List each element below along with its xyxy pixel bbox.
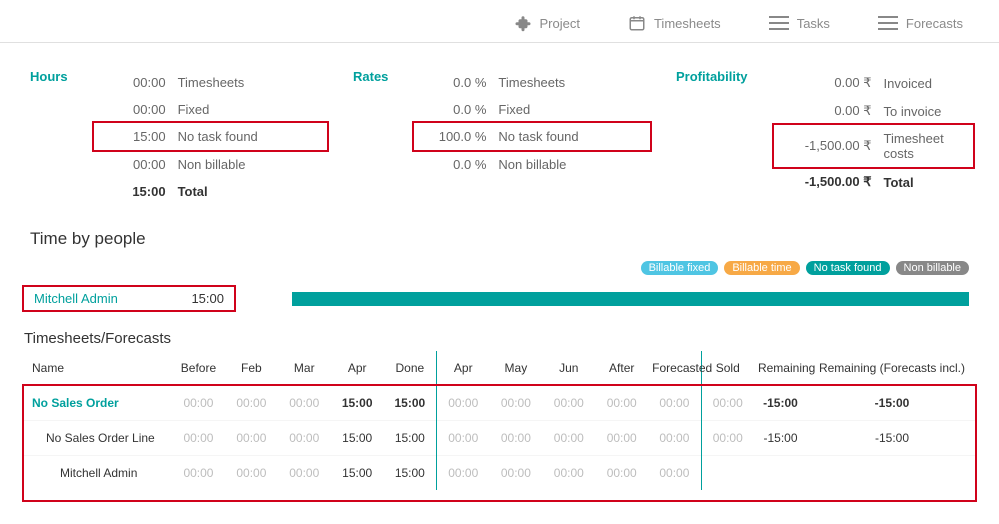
legend-billable-fixed: Billable fixed <box>641 261 719 275</box>
timesheets-table-wrap: Timesheets/Forecasts Name Before Feb Mar… <box>0 324 999 510</box>
hours-column: Hours 00:00 Timesheets 00:00 Fixed 15:00… <box>30 69 323 205</box>
prof-tscosts-val: -1,500.00 ₹ <box>782 138 872 154</box>
nav-tasks[interactable]: Tasks <box>769 16 830 31</box>
list-icon <box>769 16 789 30</box>
hours-notask-row: 15:00 No task found <box>98 123 323 150</box>
legend-billable-time: Billable time <box>724 261 799 275</box>
legend-no-task: No task found <box>806 261 890 275</box>
row-name: No Sales Order <box>22 386 172 421</box>
nav-forecasts[interactable]: Forecasts <box>878 16 963 31</box>
prof-total-lbl: Total <box>884 175 914 190</box>
summary-section: Hours 00:00 Timesheets 00:00 Fixed 15:00… <box>0 43 999 215</box>
hours-notask-lbl: No task found <box>178 129 258 144</box>
rates-fixed-lbl: Fixed <box>498 102 530 117</box>
prof-tscosts-row: -1,500.00 ₹ Timesheet costs <box>778 125 969 167</box>
nav-project-label: Project <box>540 16 580 31</box>
hours-nonbill-row: 00:00 Non billable <box>98 150 323 178</box>
hours-nonbill-val: 00:00 <box>102 157 166 172</box>
hours-fixed-lbl: Fixed <box>178 102 210 117</box>
prof-invoiced-lbl: Invoiced <box>884 76 932 91</box>
hours-total-val: 15:00 <box>102 184 166 199</box>
profitability-header: Profitability <box>676 69 748 192</box>
prof-total-row: -1,500.00 ₹ Total <box>778 167 969 196</box>
table-row[interactable]: No Sales Order 00:00 00:00 00:00 15:00 1… <box>22 386 977 421</box>
col-may: May <box>489 351 542 386</box>
rates-notask-val: 100.0 % <box>422 129 486 144</box>
prof-toinvoice-lbl: To invoice <box>884 104 942 119</box>
rates-header: Rates <box>353 69 388 174</box>
hours-notask-val: 15:00 <box>102 129 166 144</box>
hours-nonbill-lbl: Non billable <box>178 157 246 172</box>
nav-forecasts-label: Forecasts <box>906 16 963 31</box>
hours-timesheets-val: 00:00 <box>102 75 166 90</box>
timesheets-table-title: Timesheets/Forecasts <box>22 324 977 351</box>
time-by-people-section: Billable fixed Billable time No task fou… <box>0 255 999 324</box>
col-apr: Apr <box>331 351 384 386</box>
hours-total-row: 15:00 Total <box>98 178 323 205</box>
person-name: Mitchell Admin <box>34 291 118 306</box>
rates-timesheets-val: 0.0 % <box>422 75 486 90</box>
person-hours: 15:00 <box>191 291 224 306</box>
hours-fixed-val: 00:00 <box>102 102 166 117</box>
prof-tscosts-lbl: Timesheet costs <box>884 131 965 161</box>
col-name: Name <box>22 351 172 386</box>
rates-nonbill-val: 0.0 % <box>422 157 486 172</box>
nav-tasks-label: Tasks <box>797 16 830 31</box>
nav-project[interactable]: Project <box>514 14 580 32</box>
puzzle-icon <box>514 14 532 32</box>
prof-toinvoice-row: 0.00 ₹ To invoice <box>778 97 969 125</box>
legend: Billable fixed Billable time No task fou… <box>22 261 969 275</box>
person-cell[interactable]: Mitchell Admin 15:00 <box>22 285 236 312</box>
rates-column: Rates 0.0 % Timesheets 0.0 % Fixed 100.0… <box>353 69 646 205</box>
legend-non-billable: Non billable <box>896 261 969 275</box>
nav-timesheets-label: Timesheets <box>654 16 721 31</box>
profitability-column: Profitability 0.00 ₹ Invoiced 0.00 ₹ To … <box>676 69 969 205</box>
rates-timesheets-lbl: Timesheets <box>498 75 565 90</box>
col-done: Done <box>384 351 437 386</box>
table-row[interactable]: Mitchell Admin 00:00 00:00 00:00 15:00 1… <box>22 456 977 491</box>
forecast-icon <box>878 16 898 30</box>
rates-timesheets-row: 0.0 % Timesheets <box>418 69 646 96</box>
rates-nonbill-row: 0.0 % Non billable <box>418 150 646 178</box>
row-name: No Sales Order Line <box>22 421 172 456</box>
prof-invoiced-val: 0.00 ₹ <box>782 75 872 91</box>
calendar-icon <box>628 14 646 32</box>
prof-invoiced-row: 0.00 ₹ Invoiced <box>778 69 969 97</box>
person-bar <box>292 292 969 306</box>
top-nav: Project Timesheets Tasks Forecasts <box>0 0 999 43</box>
col-jun: Jun <box>542 351 595 386</box>
hours-timesheets-row: 00:00 Timesheets <box>98 69 323 96</box>
hours-total-lbl: Total <box>178 184 208 199</box>
rates-fixed-val: 0.0 % <box>422 102 486 117</box>
row-name: Mitchell Admin <box>22 456 172 491</box>
hours-timesheets-lbl: Timesheets <box>178 75 245 90</box>
col-before: Before <box>172 351 225 386</box>
time-by-people-title: Time by people <box>0 215 999 255</box>
time-by-people-row: Mitchell Admin 15:00 <box>22 285 969 312</box>
rates-notask-lbl: No task found <box>498 129 578 144</box>
prof-toinvoice-val: 0.00 ₹ <box>782 103 872 119</box>
hours-fixed-row: 00:00 Fixed <box>98 96 323 123</box>
table-header-row: Name Before Feb Mar Apr Done Apr May Jun… <box>22 351 977 386</box>
col-remaining: Remaining <box>754 351 807 386</box>
col-apr2: Apr <box>437 351 490 386</box>
table-row[interactable]: No Sales Order Line 00:00 00:00 00:00 15… <box>22 421 977 456</box>
nav-timesheets[interactable]: Timesheets <box>628 14 721 32</box>
rates-notask-row: 100.0 % No task found <box>418 123 646 150</box>
timesheets-table: Name Before Feb Mar Apr Done Apr May Jun… <box>22 351 977 490</box>
col-mar: Mar <box>278 351 331 386</box>
rates-fixed-row: 0.0 % Fixed <box>418 96 646 123</box>
col-after: After <box>595 351 648 386</box>
col-remaining-fc: Remaining (Forecasts incl.) <box>807 351 977 386</box>
rates-nonbill-lbl: Non billable <box>498 157 566 172</box>
col-feb: Feb <box>225 351 278 386</box>
hours-header: Hours <box>30 69 68 201</box>
prof-total-val: -1,500.00 ₹ <box>782 174 872 190</box>
col-forecasted: Forecasted <box>648 351 701 386</box>
